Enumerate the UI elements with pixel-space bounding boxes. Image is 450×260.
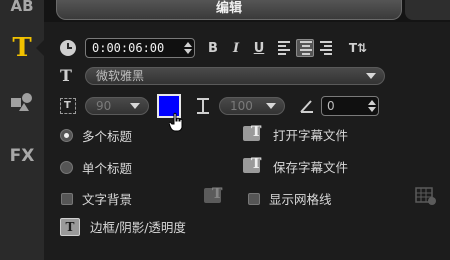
tab-edit[interactable]: 编辑 <box>56 0 402 20</box>
text-background-settings-icon[interactable]: T <box>204 186 228 206</box>
save-subtitle-icon[interactable]: T <box>243 156 267 176</box>
font-size-select[interactable]: 90 <box>85 97 149 115</box>
italic-button[interactable]: I <box>227 38 245 58</box>
save-subtitle-row: T 保存字幕文件 <box>243 156 348 176</box>
single-title-radio[interactable] <box>60 161 73 174</box>
rotation-angle-value: 0 <box>327 99 335 113</box>
show-grid-checkbox[interactable] <box>248 192 260 205</box>
open-subtitle-icon[interactable]: T <box>243 124 267 144</box>
rotation-angle-input[interactable]: 0 <box>321 96 379 116</box>
style-row: T 90 100 0 <box>60 94 379 118</box>
font-icon: T <box>60 66 72 85</box>
font-family-select[interactable]: 微软雅黑 <box>85 66 385 85</box>
tab-inactive[interactable] <box>405 0 450 20</box>
chevron-down-icon <box>366 72 376 79</box>
font-row: T 微软雅黑 <box>60 66 385 85</box>
multi-title-row: 多个标题 <box>60 126 132 145</box>
open-subtitle-label[interactable]: 打开字幕文件 <box>273 125 348 144</box>
chevron-down-icon <box>130 103 140 109</box>
chevron-down-icon <box>266 103 276 109</box>
show-grid-row: 显示网格线 <box>248 189 332 208</box>
duration-timecode[interactable]: 0:00:06:00 <box>85 38 195 58</box>
graphics-icon[interactable] <box>0 82 44 122</box>
show-grid-label: 显示网格线 <box>269 192 332 207</box>
rotation-spinner[interactable] <box>366 97 378 115</box>
single-title-label: 单个标题 <box>82 161 133 176</box>
multiple-titles-label: 多个标题 <box>82 129 133 144</box>
align-left-icon[interactable] <box>275 39 293 57</box>
line-spacing-value: 100 <box>230 99 253 113</box>
multiple-titles-radio[interactable] <box>60 129 73 142</box>
line-spacing-select[interactable]: 100 <box>219 97 285 115</box>
align-center-icon[interactable] <box>296 39 314 57</box>
align-right-icon[interactable] <box>317 39 335 57</box>
hand-cursor-icon <box>169 112 183 132</box>
border-shadow-label[interactable]: 边框/阴影/透明度 <box>90 217 186 236</box>
border-shadow-icon[interactable]: T <box>60 217 80 236</box>
text-background-label: 文字背景 <box>82 192 133 207</box>
text-background-row: 文字背景 <box>61 189 132 208</box>
duration-value: 0:00:06:00 <box>92 41 165 55</box>
fx-icon[interactable]: FX <box>0 136 44 176</box>
text-direction-icon[interactable]: T⇅ <box>347 38 369 58</box>
format-row: 0:00:06:00 B I U T⇅ <box>60 38 369 58</box>
save-subtitle-label[interactable]: 保存字幕文件 <box>273 157 348 176</box>
rotation-angle-icon <box>299 98 315 114</box>
bold-button[interactable]: B <box>204 38 222 58</box>
font-size-value: 90 <box>96 99 112 113</box>
line-spacing-icon <box>195 97 211 115</box>
border-row: T 边框/阴影/透明度 <box>60 217 186 236</box>
font-size-icon: T <box>60 98 76 114</box>
font-family-value: 微软雅黑 <box>96 69 145 83</box>
duration-spinner[interactable] <box>182 39 194 57</box>
grid-settings-icon[interactable] <box>414 186 438 206</box>
clock-icon <box>60 40 76 56</box>
sidebar-active-notch <box>36 38 46 58</box>
underline-button[interactable]: U <box>250 38 268 58</box>
open-subtitle-row: T 打开字幕文件 <box>243 124 348 144</box>
single-title-row: 单个标题 <box>60 158 132 177</box>
text-background-checkbox[interactable] <box>61 192 73 205</box>
title-library-icon[interactable]: AB <box>0 0 44 26</box>
